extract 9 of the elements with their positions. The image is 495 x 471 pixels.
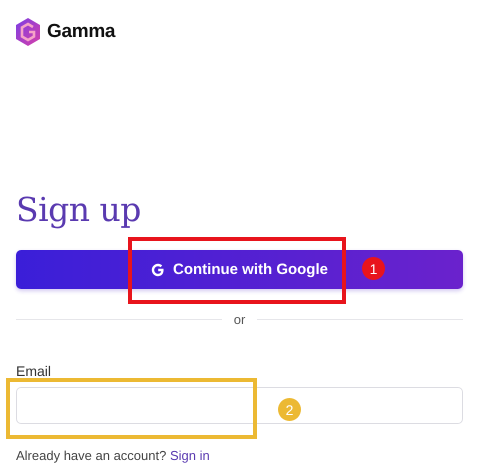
email-label: Email [16, 363, 52, 379]
sign-in-link[interactable]: Sign in [170, 448, 210, 463]
divider-label: or [234, 312, 246, 327]
page-heading: Sign up [16, 190, 142, 230]
logo-icon [16, 18, 40, 46]
sign-in-prompt: Already have an account? Sign in [16, 448, 210, 463]
google-icon [151, 262, 165, 276]
email-field[interactable] [16, 387, 463, 424]
brand-name: Gamma [47, 21, 116, 43]
